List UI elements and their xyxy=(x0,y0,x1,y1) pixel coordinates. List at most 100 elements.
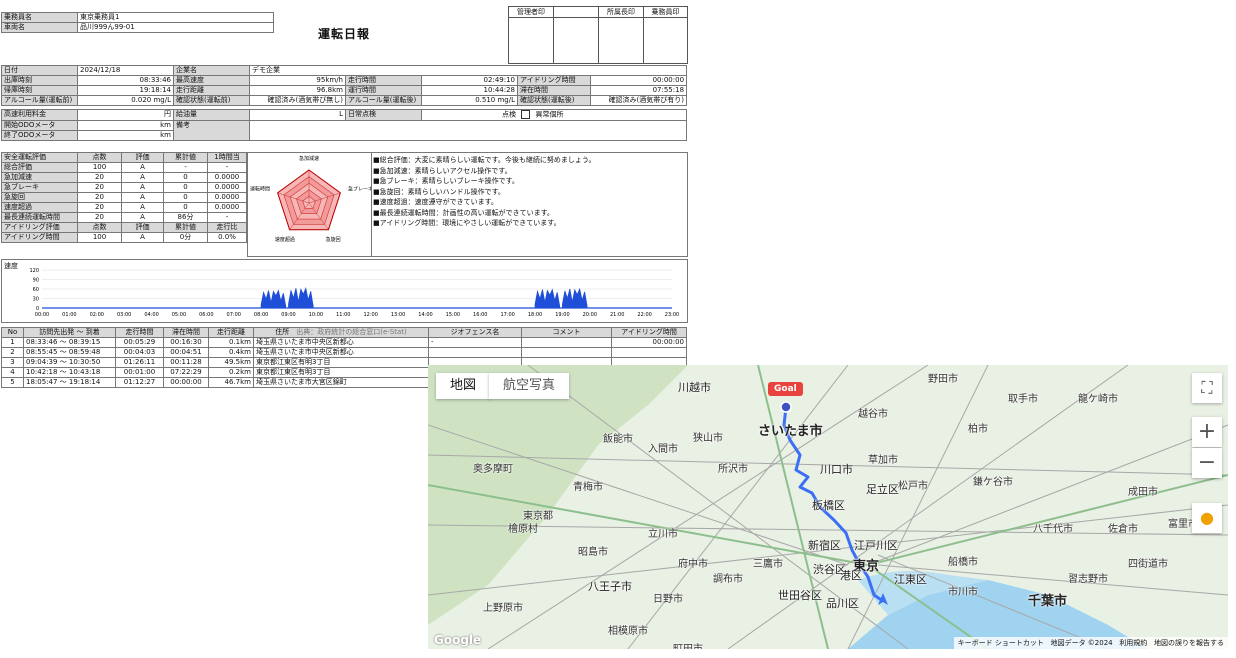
comment-line: ■急加減速：素晴らしいアクセル操作です。 xyxy=(373,166,512,175)
check-box[interactable] xyxy=(521,110,531,119)
info-value: 確認済み(酒気帯び無し) xyxy=(249,95,346,106)
safety-header-cell: 安全運転評価 xyxy=(1,152,78,163)
info-value: 00:00:00 xyxy=(589,75,688,86)
map-type-map-tab[interactable]: 地図 xyxy=(436,373,491,399)
map-type-satellite-tab[interactable]: 航空写真 xyxy=(489,373,570,399)
safety-cell: A xyxy=(121,162,164,173)
check-ng-label: 異常個所 xyxy=(535,110,564,119)
visit-cell: 01:12:27 xyxy=(115,377,164,388)
safety-header-cell: 点数 xyxy=(77,222,122,233)
safety-cell: 0.0% xyxy=(207,232,247,243)
map-place-label: 狭山市 xyxy=(693,433,723,444)
map-place-label: 佐倉市 xyxy=(1108,524,1138,535)
map-place-label: 越谷市 xyxy=(858,409,888,420)
visit-cell: 46.7km xyxy=(208,377,254,388)
info-value: 2024/12/18 xyxy=(77,65,174,76)
speed-y-tick: 120 xyxy=(29,268,39,274)
info-value: 確認済み(酒気帯び有り) xyxy=(589,95,688,106)
map-place-label: 千葉市 xyxy=(1028,594,1068,609)
info-label: 確認状態(運転前) xyxy=(173,95,250,106)
terms-link[interactable]: 利用規約 xyxy=(1119,639,1147,647)
map-place-label: 市川市 xyxy=(948,587,978,598)
radar-label: 速度超過 xyxy=(275,236,295,243)
stamp-driver-label: 乗務員印 xyxy=(644,7,687,18)
map-place-label: 町田市 xyxy=(673,640,703,649)
safety-header-cell: アイドリング評価 xyxy=(1,222,78,233)
speed-burst xyxy=(260,289,287,309)
driver-value: 東京乗務員1 xyxy=(77,12,274,23)
safety-header-cell: 走行比 xyxy=(207,222,247,233)
speed-x-tick: 23:00 xyxy=(665,312,679,318)
map-place-label: 鎌ケ谷市 xyxy=(973,477,1013,488)
speed-x-tick: 06:00 xyxy=(199,312,213,318)
info-label: 走行時間 xyxy=(345,75,422,86)
safety-row: 急加減速 20 A 0 0.0000 xyxy=(1,172,247,183)
speed-x-tick: 07:00 xyxy=(227,312,241,318)
safety-cell: A xyxy=(121,172,164,183)
visit-cell: 10:42:18 ～ 10:43:18 xyxy=(23,367,116,378)
fullscreen-icon[interactable]: ⛶ xyxy=(1192,373,1222,403)
radar-chart-box: 急加減速 急ブレーキ 急旋回 速度超過 運転時間 xyxy=(247,152,373,257)
speed-x-tick: 20:00 xyxy=(583,312,597,318)
map-place-label: 世田谷区 xyxy=(778,589,822,602)
info-label: 滞在時間 xyxy=(517,85,591,96)
safety-cell: 0.0000 xyxy=(207,182,247,193)
visits-header-cell: コメント xyxy=(521,327,612,338)
safety-cell: 急加減速 xyxy=(1,172,78,183)
report-error-link[interactable]: 地図の誤りを報告する xyxy=(1154,639,1224,647)
visit-cell xyxy=(521,337,612,348)
speed-chart: 030609012000:00 01:00 02:00 03:00 04:00 05:00… xyxy=(29,268,679,318)
safety-row: 急旋回 20 A 0 0.0000 xyxy=(1,192,247,203)
info-label: アルコール量(運転後) xyxy=(345,95,422,106)
info-label: 運行時間 xyxy=(345,85,422,96)
safety-cell: 100 xyxy=(77,232,122,243)
goal-marker-pin[interactable] xyxy=(780,401,792,413)
remarks-label: 備考 xyxy=(173,119,250,141)
visit-cell: 埼玉県さいたま市中央区新都心 xyxy=(253,337,429,348)
info-label: アルコール量(運転前) xyxy=(1,95,78,106)
vehicle-value: 品川999ん99-01 xyxy=(77,22,274,33)
safety-cell: A xyxy=(121,202,164,213)
visit-cell xyxy=(611,347,687,358)
map-place-label: 日野市 xyxy=(653,594,683,605)
keyboard-shortcuts-link[interactable]: キーボード ショートカット xyxy=(958,639,1044,647)
safety-cell: 20 xyxy=(77,212,122,223)
speed-x-tick: 09:00 xyxy=(281,312,295,318)
visits-header-cell: 住所 出典：政府統計の総合窓口(e-Stat) xyxy=(253,327,429,338)
visit-cell: 0.1km xyxy=(208,337,254,348)
map-place-label: 取手市 xyxy=(1008,394,1038,405)
vehicle-label: 車両名 xyxy=(1,22,78,33)
info-value: 0.510 mg/L xyxy=(421,95,518,106)
zoom-in-button[interactable]: + xyxy=(1192,417,1222,447)
visit-cell: 00:04:03 xyxy=(115,347,164,358)
zoom-out-button[interactable]: − xyxy=(1192,448,1222,478)
visit-cell: 18:05:47 ～ 19:18:14 xyxy=(23,377,116,388)
map-place-label: 昭島市 xyxy=(578,547,608,558)
safety-cell: - xyxy=(207,212,247,223)
toll-unit: 円 xyxy=(77,109,174,121)
speed-burst xyxy=(562,287,588,309)
visit-cell: 2 xyxy=(1,347,24,358)
radar-label: 急加減速 xyxy=(299,155,319,162)
safety-cell: A xyxy=(121,192,164,203)
remarks-value xyxy=(249,119,687,141)
info-row: 日付 2024/12/18 企業名 デモ企業 xyxy=(1,65,688,76)
info-label: 出庫時刻 xyxy=(1,75,78,86)
speed-x-tick: 14:00 xyxy=(418,312,432,318)
route-map[interactable]: 川越市 さいたま市 越谷市 野田市 柏市 取手市 龍ケ崎市 川口市 草加市 足立区 松戸市 鎌ケ谷市板… xyxy=(428,365,1228,649)
info-value: 07:55:18 xyxy=(589,85,688,96)
info-value: 10:44:28 xyxy=(421,85,518,96)
goal-marker-label[interactable]: Goal xyxy=(768,382,803,396)
map-place-label: 龍ケ崎市 xyxy=(1078,394,1118,405)
street-view-pegman-icon[interactable]: ● xyxy=(1192,503,1222,533)
visits-header-cell: アイドリング時間 xyxy=(611,327,687,338)
comment-line: ■速度超過：速度遵守ができています。 xyxy=(373,198,498,206)
safety-cell: 最長連続運転時間 xyxy=(1,212,78,223)
speed-x-tick: 03:00 xyxy=(117,312,131,318)
info-label: 帰庫時刻 xyxy=(1,85,78,96)
map-place-label: 松戸市 xyxy=(898,481,928,492)
map-place-label: 野田市 xyxy=(928,374,958,385)
visit-cell: 埼玉県さいたま市中央区新都心 xyxy=(253,347,429,358)
speed-x-tick: 21:00 xyxy=(610,312,624,318)
map-place-label: 新宿区 xyxy=(808,539,841,552)
